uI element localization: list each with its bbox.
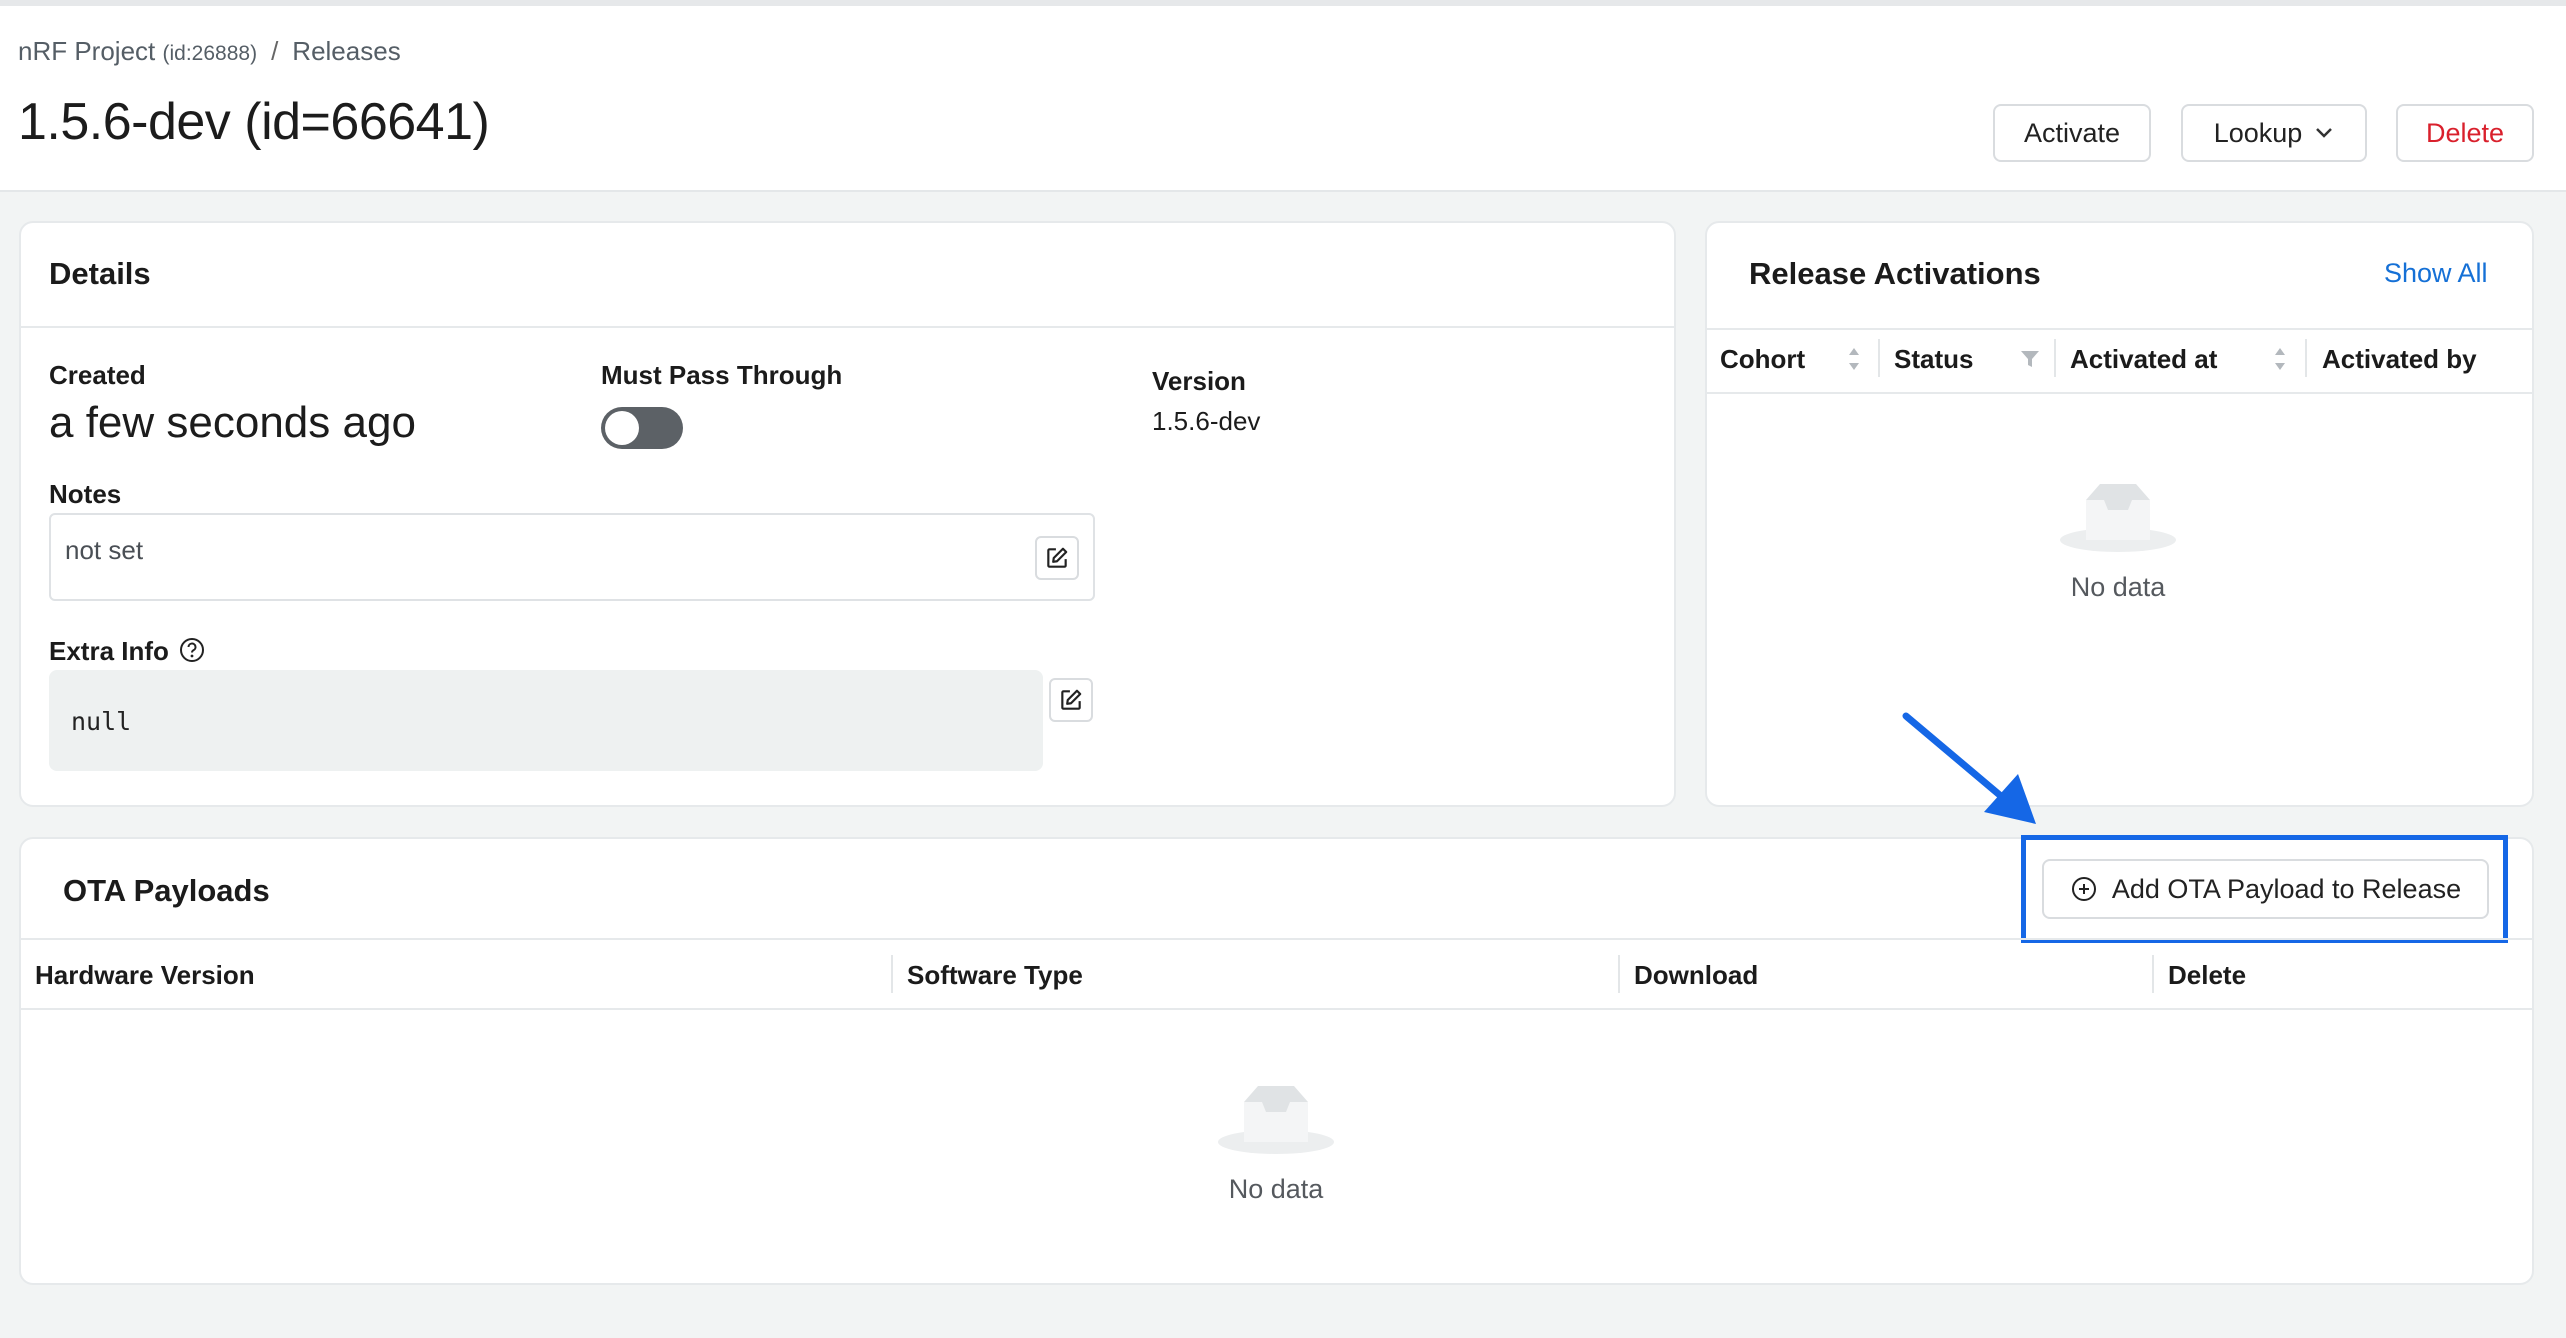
breadcrumb-project-link[interactable]: nRF Project (id:26888): [18, 36, 257, 66]
column-divider: [891, 955, 893, 993]
chevron-down-icon: [2314, 126, 2334, 140]
column-header-software-type: Software Type: [907, 960, 1083, 990]
activations-table-divider: [1707, 392, 2532, 394]
delete-release-button[interactable]: Delete: [2396, 104, 2534, 162]
toggle-knob: [605, 411, 639, 445]
column-header-download: Download: [1634, 960, 1759, 990]
lookup-dropdown-button[interactable]: Lookup: [2181, 104, 2367, 162]
column-header-status[interactable]: Status: [1894, 344, 1973, 375]
extra-info-code-block: [49, 670, 1043, 771]
column-header-delete: Delete: [2168, 960, 2247, 990]
sort-icon[interactable]: [1846, 345, 1862, 378]
column-divider: [2305, 339, 2307, 377]
breadcrumb: nRF Project (id:26888) / Releases: [18, 36, 401, 67]
lookup-button-label: Lookup: [2213, 117, 2303, 148]
release-activations-title: Release Activations: [1749, 256, 2041, 291]
column-header-activated-at[interactable]: Activated at: [2070, 344, 2217, 375]
details-divider: [21, 326, 1674, 328]
column-header-cohort[interactable]: Cohort: [1720, 344, 1805, 375]
notes-field[interactable]: [49, 513, 1095, 601]
sort-icon[interactable]: [2272, 345, 2288, 378]
must-pass-through-toggle[interactable]: [601, 407, 683, 449]
created-label: Created: [49, 360, 146, 390]
column-divider: [1618, 955, 1620, 993]
edit-notes-button[interactable]: [1035, 536, 1079, 580]
extra-info-value: null: [71, 707, 132, 736]
column-header-activated-by[interactable]: Activated by: [2322, 344, 2477, 375]
activations-header-divider: [1707, 328, 2532, 330]
page-title: 1.5.6-dev (id=66641): [18, 93, 490, 151]
annotation-arrow-icon: [1900, 710, 2040, 830]
empty-inbox-icon: [1218, 1082, 1334, 1158]
created-value: a few seconds ago: [49, 398, 416, 447]
edit-extra-info-button[interactable]: [1049, 678, 1093, 722]
ota-table-divider: [21, 1008, 2532, 1010]
ota-header-divider: [21, 938, 2532, 940]
version-value: 1.5.6-dev: [1152, 406, 1261, 436]
activate-button-label: Activate: [2023, 117, 2121, 148]
filter-icon[interactable]: [2019, 348, 2041, 375]
delete-button-label: Delete: [2425, 117, 2505, 148]
edit-icon: [1044, 545, 1070, 571]
details-title: Details: [49, 256, 151, 291]
activations-empty-text: No data: [2070, 572, 2166, 602]
breadcrumb-project-id: (id:26888): [162, 42, 258, 65]
empty-inbox-icon: [2060, 480, 2176, 556]
must-pass-through-label: Must Pass Through: [601, 360, 843, 390]
plus-circle-icon: [2070, 875, 2098, 903]
add-ota-payload-button[interactable]: Add OTA Payload to Release: [2042, 859, 2489, 919]
column-divider: [2054, 339, 2056, 377]
ota-empty-text: No data: [1228, 1174, 1324, 1204]
show-all-link[interactable]: Show All: [2384, 258, 2488, 289]
help-circle-icon[interactable]: [178, 636, 206, 664]
column-divider: [1878, 339, 1880, 377]
notes-label: Notes: [49, 479, 122, 509]
ota-payloads-title: OTA Payloads: [63, 873, 270, 908]
column-divider: [2152, 955, 2154, 993]
version-label: Version: [1152, 366, 1246, 396]
activate-button[interactable]: Activate: [1993, 104, 2151, 162]
breadcrumb-releases-link[interactable]: Releases: [292, 36, 400, 66]
breadcrumb-separator: /: [271, 36, 279, 66]
add-ota-payload-label: Add OTA Payload to Release: [2111, 873, 2462, 904]
edit-icon: [1058, 687, 1084, 713]
notes-value: not set: [65, 535, 144, 565]
extra-info-label: Extra Info: [49, 636, 169, 666]
column-header-hardware-version: Hardware Version: [35, 960, 255, 990]
